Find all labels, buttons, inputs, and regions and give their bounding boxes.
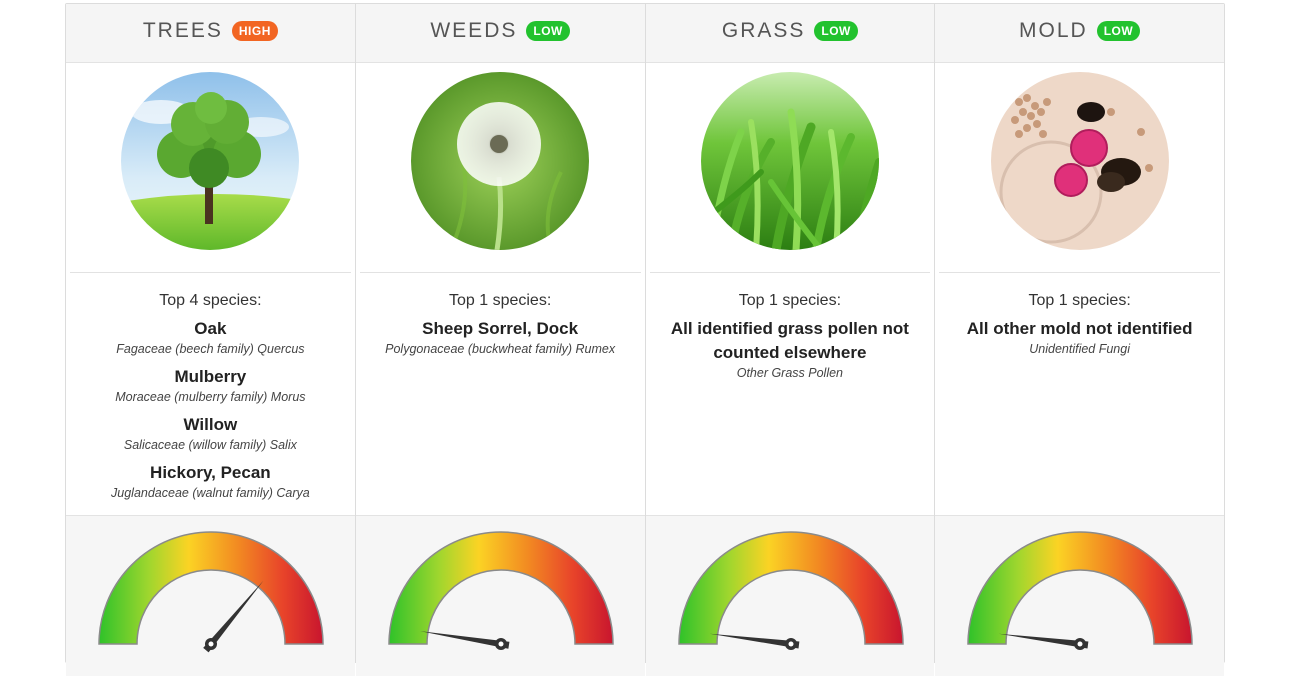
level-badge: LOW — [1096, 21, 1141, 41]
species-name: Oak — [194, 319, 227, 338]
gauge-arc — [967, 531, 1194, 645]
species-family: Fagaceae (beech family) Quercus — [116, 342, 305, 356]
level-badge: LOW — [526, 21, 570, 41]
species-name: Mulberry — [174, 367, 247, 386]
column-header: TREES HIGH — [66, 4, 355, 63]
species-name: Hickory, Pecan — [150, 463, 271, 482]
category-title: GRASS — [721, 19, 806, 42]
column-header: GRASS LOW — [645, 4, 935, 63]
column-grass: GRASS LOW Top 1 species: All identified … — [644, 4, 935, 676]
species-list: Top 1 species: All identified grass poll… — [646, 289, 935, 389]
gauge-arc — [387, 531, 614, 645]
gauge-hub-center — [1077, 641, 1083, 647]
species-family: Salicaceae (willow family) Salix — [123, 438, 297, 452]
category-title: TREES — [142, 19, 223, 42]
gauge-hub-center — [208, 641, 214, 647]
divider — [70, 272, 351, 273]
pollen-level-gauge — [677, 531, 904, 650]
divider — [359, 272, 641, 273]
column-header: MOLD LOW — [935, 4, 1224, 63]
species-family: Unidentified Fungi — [1029, 342, 1130, 356]
pollen-level-gauge — [98, 531, 324, 653]
top-species-label: Top 4 species: — [159, 292, 262, 309]
top-species-label: Top 1 species: — [738, 292, 842, 309]
gauge-panel — [935, 515, 1224, 676]
column-weeds: WEEDS LOW Top 1 species: Sheep Sorrel, D… — [354, 4, 645, 676]
mold-microscope-photo — [990, 72, 1169, 250]
column-header: WEEDS LOW — [355, 4, 645, 63]
species-family: Polygonaceae (buckwheat family) Rumex — [385, 342, 616, 356]
pollen-forecast-table: TREES HIGH Top 4 species: Oak Fagaceae (… — [65, 3, 1225, 676]
gauge-panel — [66, 515, 355, 676]
gauge-hub-center — [498, 641, 504, 647]
species-name: All identified grass pollen not counted … — [670, 319, 909, 362]
column-mold: MOLD LOW Top 1 species: All other mold n… — [934, 4, 1224, 676]
species-name: Sheep Sorrel, Dock — [422, 319, 579, 338]
level-badge: HIGH — [231, 21, 278, 41]
category-title: WEEDS — [430, 19, 518, 42]
species-family: Juglandaceae (walnut family) Carya — [111, 486, 310, 500]
gauge-hub-center — [788, 641, 793, 647]
divider — [649, 272, 931, 273]
gauge-arc — [98, 531, 324, 645]
species-list: Top 4 species: Oak Fagaceae (beech famil… — [66, 289, 355, 509]
pollen-level-gauge — [387, 531, 614, 650]
dandelion-photo — [411, 72, 590, 250]
gauge-arc — [677, 531, 904, 645]
species-family: Moraceae (mulberry family) Morus — [115, 390, 306, 404]
gauge-panel — [355, 515, 645, 676]
gauge-panel — [645, 515, 935, 676]
species-name: Willow — [183, 415, 238, 434]
category-title: MOLD — [1019, 19, 1088, 42]
column-trees: TREES HIGH Top 4 species: Oak Fagaceae (… — [66, 4, 355, 676]
level-badge: LOW — [814, 21, 858, 41]
divider — [939, 272, 1220, 273]
tree-photo — [121, 72, 300, 250]
species-list: Top 1 species: All other mold not identi… — [935, 289, 1224, 365]
top-species-label: Top 1 species: — [1028, 292, 1131, 309]
species-list: Top 1 species: Sheep Sorrel, Dock Polygo… — [356, 289, 645, 365]
pollen-level-gauge — [967, 531, 1194, 650]
species-family: Other Grass Pollen — [736, 366, 844, 380]
grass-photo — [700, 72, 879, 250]
top-species-label: Top 1 species: — [448, 292, 552, 309]
species-name: All other mold not identified — [966, 319, 1193, 338]
